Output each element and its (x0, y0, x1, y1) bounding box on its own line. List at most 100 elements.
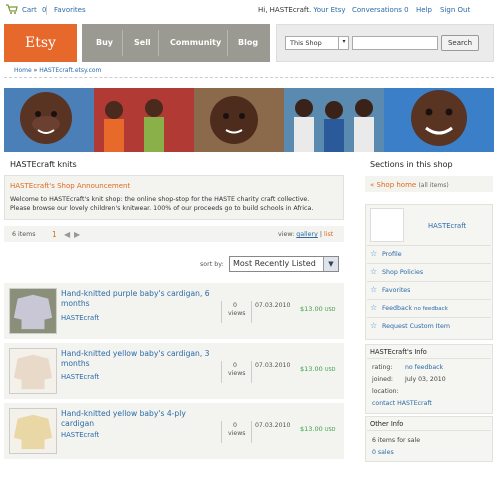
divider (221, 301, 222, 323)
chevron-right-icon: « (370, 181, 375, 189)
breadcrumb-shop[interactable]: HASTEcraft.etsy.com (39, 67, 101, 74)
star-icon: ☆ (370, 249, 378, 258)
views-label: views (228, 430, 246, 437)
breadcrumb-separator: » (33, 67, 38, 74)
feedback-note: no feedback (414, 306, 448, 312)
info-title: HASTEcraft's Info (370, 348, 427, 356)
listing-title[interactable]: Hand-knitted yellow baby's 4-ply cardiga… (61, 409, 221, 429)
view-gallery-link[interactable]: gallery (296, 231, 318, 238)
price-amount: $13.00 (300, 425, 323, 433)
other-info-title: Other Info (370, 420, 404, 428)
help-link[interactable]: Help (416, 6, 432, 14)
chevron-down-icon[interactable]: ▼ (323, 257, 338, 271)
search-button[interactable]: Search (441, 35, 479, 51)
conversations-label[interactable]: Conversations (352, 6, 402, 14)
conversations-count: 0 (404, 6, 409, 14)
listing-date: 07.03.2010 (255, 302, 291, 309)
listing-seller[interactable]: HASTEcraft (61, 373, 99, 381)
listing-date: 07.03.2010 (255, 362, 291, 369)
nav-divider (122, 30, 123, 56)
divider (367, 281, 491, 282)
star-icon: ☆ (370, 321, 378, 330)
view-list-link[interactable]: list (324, 231, 333, 238)
listing-row[interactable]: Hand-knitted purple baby's cardigan, 6 m… (4, 283, 344, 339)
price-amount: $13.00 (300, 365, 323, 373)
listing-seller[interactable]: HASTEcraft (61, 314, 99, 322)
views-label: views (228, 370, 246, 377)
sections-title: Sections in this shop (370, 160, 453, 169)
favorites-link[interactable]: Favorites (54, 6, 86, 14)
breadcrumb-home[interactable]: Home (14, 67, 32, 74)
conversations-link[interactable]: Conversations 0 (352, 6, 409, 14)
listing-seller[interactable]: HASTEcraft (61, 431, 99, 439)
listing-row[interactable]: Hand-knitted yellow baby's 4-ply cardiga… (4, 403, 344, 459)
your-etsy-link[interactable]: Your Etsy (313, 6, 345, 14)
greeting-text: Hi, HASTEcraft. (258, 6, 312, 14)
announcement-title: HASTEcraft's Shop Announcement (10, 182, 131, 190)
listing-row[interactable]: Hand-knitted yellow baby's cardigan, 3 m… (4, 343, 344, 399)
rating-label: rating: (372, 364, 393, 371)
listing-thumbnail[interactable] (9, 348, 57, 394)
divider (367, 317, 491, 318)
shop-home-count: (all items) (418, 182, 449, 189)
feedback-label[interactable]: Feedback (382, 305, 412, 312)
divider (367, 245, 491, 246)
sign-out-link[interactable]: Sign Out (440, 6, 470, 14)
price-currency: USD (324, 427, 336, 433)
listing-title[interactable]: Hand-knitted yellow baby's cardigan, 3 m… (61, 349, 221, 369)
avatar[interactable] (370, 208, 404, 242)
listing-thumbnail[interactable] (9, 408, 57, 454)
joined-value: July 03, 2010 (405, 376, 446, 383)
shop-title: HASTEcraft knits (10, 160, 77, 169)
shop-banner-image (4, 88, 494, 152)
nav-sell[interactable]: Sell (134, 24, 151, 62)
chevron-down-icon[interactable]: ▾ (338, 36, 349, 50)
rating-value[interactable]: no feedback (405, 364, 443, 371)
seller-name-link[interactable]: HASTEcraft (428, 222, 466, 230)
price-currency: USD (324, 307, 336, 313)
listing-thumbnail[interactable] (9, 288, 57, 334)
views-count: 0 (233, 422, 237, 429)
profile-link[interactable]: Profile (382, 251, 402, 258)
divider (367, 358, 491, 359)
listing-views: 0 views (228, 362, 246, 378)
nav-buy[interactable]: Buy (96, 24, 113, 62)
items-count: 6 items (12, 231, 36, 238)
shop-home-link[interactable]: « Shop home (all items) (370, 181, 449, 189)
listing-price: $13.00 USD (300, 365, 336, 373)
star-icon: ☆ (370, 303, 378, 312)
cart-link[interactable]: Cart 0 (22, 6, 47, 14)
listing-title[interactable]: Hand-knitted purple baby's cardigan, 6 m… (61, 289, 221, 309)
nav-divider (158, 30, 159, 56)
next-page-icon[interactable]: ▶ (74, 230, 80, 239)
divider (4, 77, 494, 78)
request-custom-item-link[interactable]: Request Custom Item (382, 323, 450, 330)
joined-label: joined: (372, 376, 393, 383)
shop-policies-link[interactable]: Shop Policies (382, 269, 423, 276)
greeting: Hi, HASTEcraft. Your Etsy (258, 6, 346, 14)
views-count: 0 (233, 362, 237, 369)
etsy-logo[interactable]: Etsy (4, 24, 77, 62)
sales-link[interactable]: 0 sales (372, 449, 394, 456)
cart-label[interactable]: Cart (22, 6, 37, 14)
views-label: views (228, 310, 246, 317)
contact-link[interactable]: contact HASTEcraft (372, 400, 432, 407)
shop-home-label[interactable]: Shop home (377, 181, 417, 189)
divider (251, 361, 252, 383)
sort-label: sort by: (200, 261, 224, 268)
listing-price: $13.00 USD (300, 425, 336, 433)
star-icon: ☆ (370, 285, 378, 294)
items-for-sale: 6 items for sale (372, 437, 421, 444)
cart-icon[interactable] (6, 4, 18, 14)
nav-blog[interactable]: Blog (238, 24, 258, 62)
listing-price: $13.00 USD (300, 305, 336, 313)
feedback-link[interactable]: Feedback no feedback (382, 305, 448, 312)
search-input[interactable] (352, 36, 438, 50)
prev-page-icon[interactable]: ◀ (64, 230, 70, 239)
favorites-link[interactable]: Favorites (382, 287, 410, 294)
page-number[interactable]: 1 (52, 230, 57, 239)
nav-community[interactable]: Community (170, 24, 221, 62)
location-label: location: (372, 388, 399, 395)
nav-divider (227, 30, 228, 56)
listing-views: 0 views (228, 302, 246, 318)
